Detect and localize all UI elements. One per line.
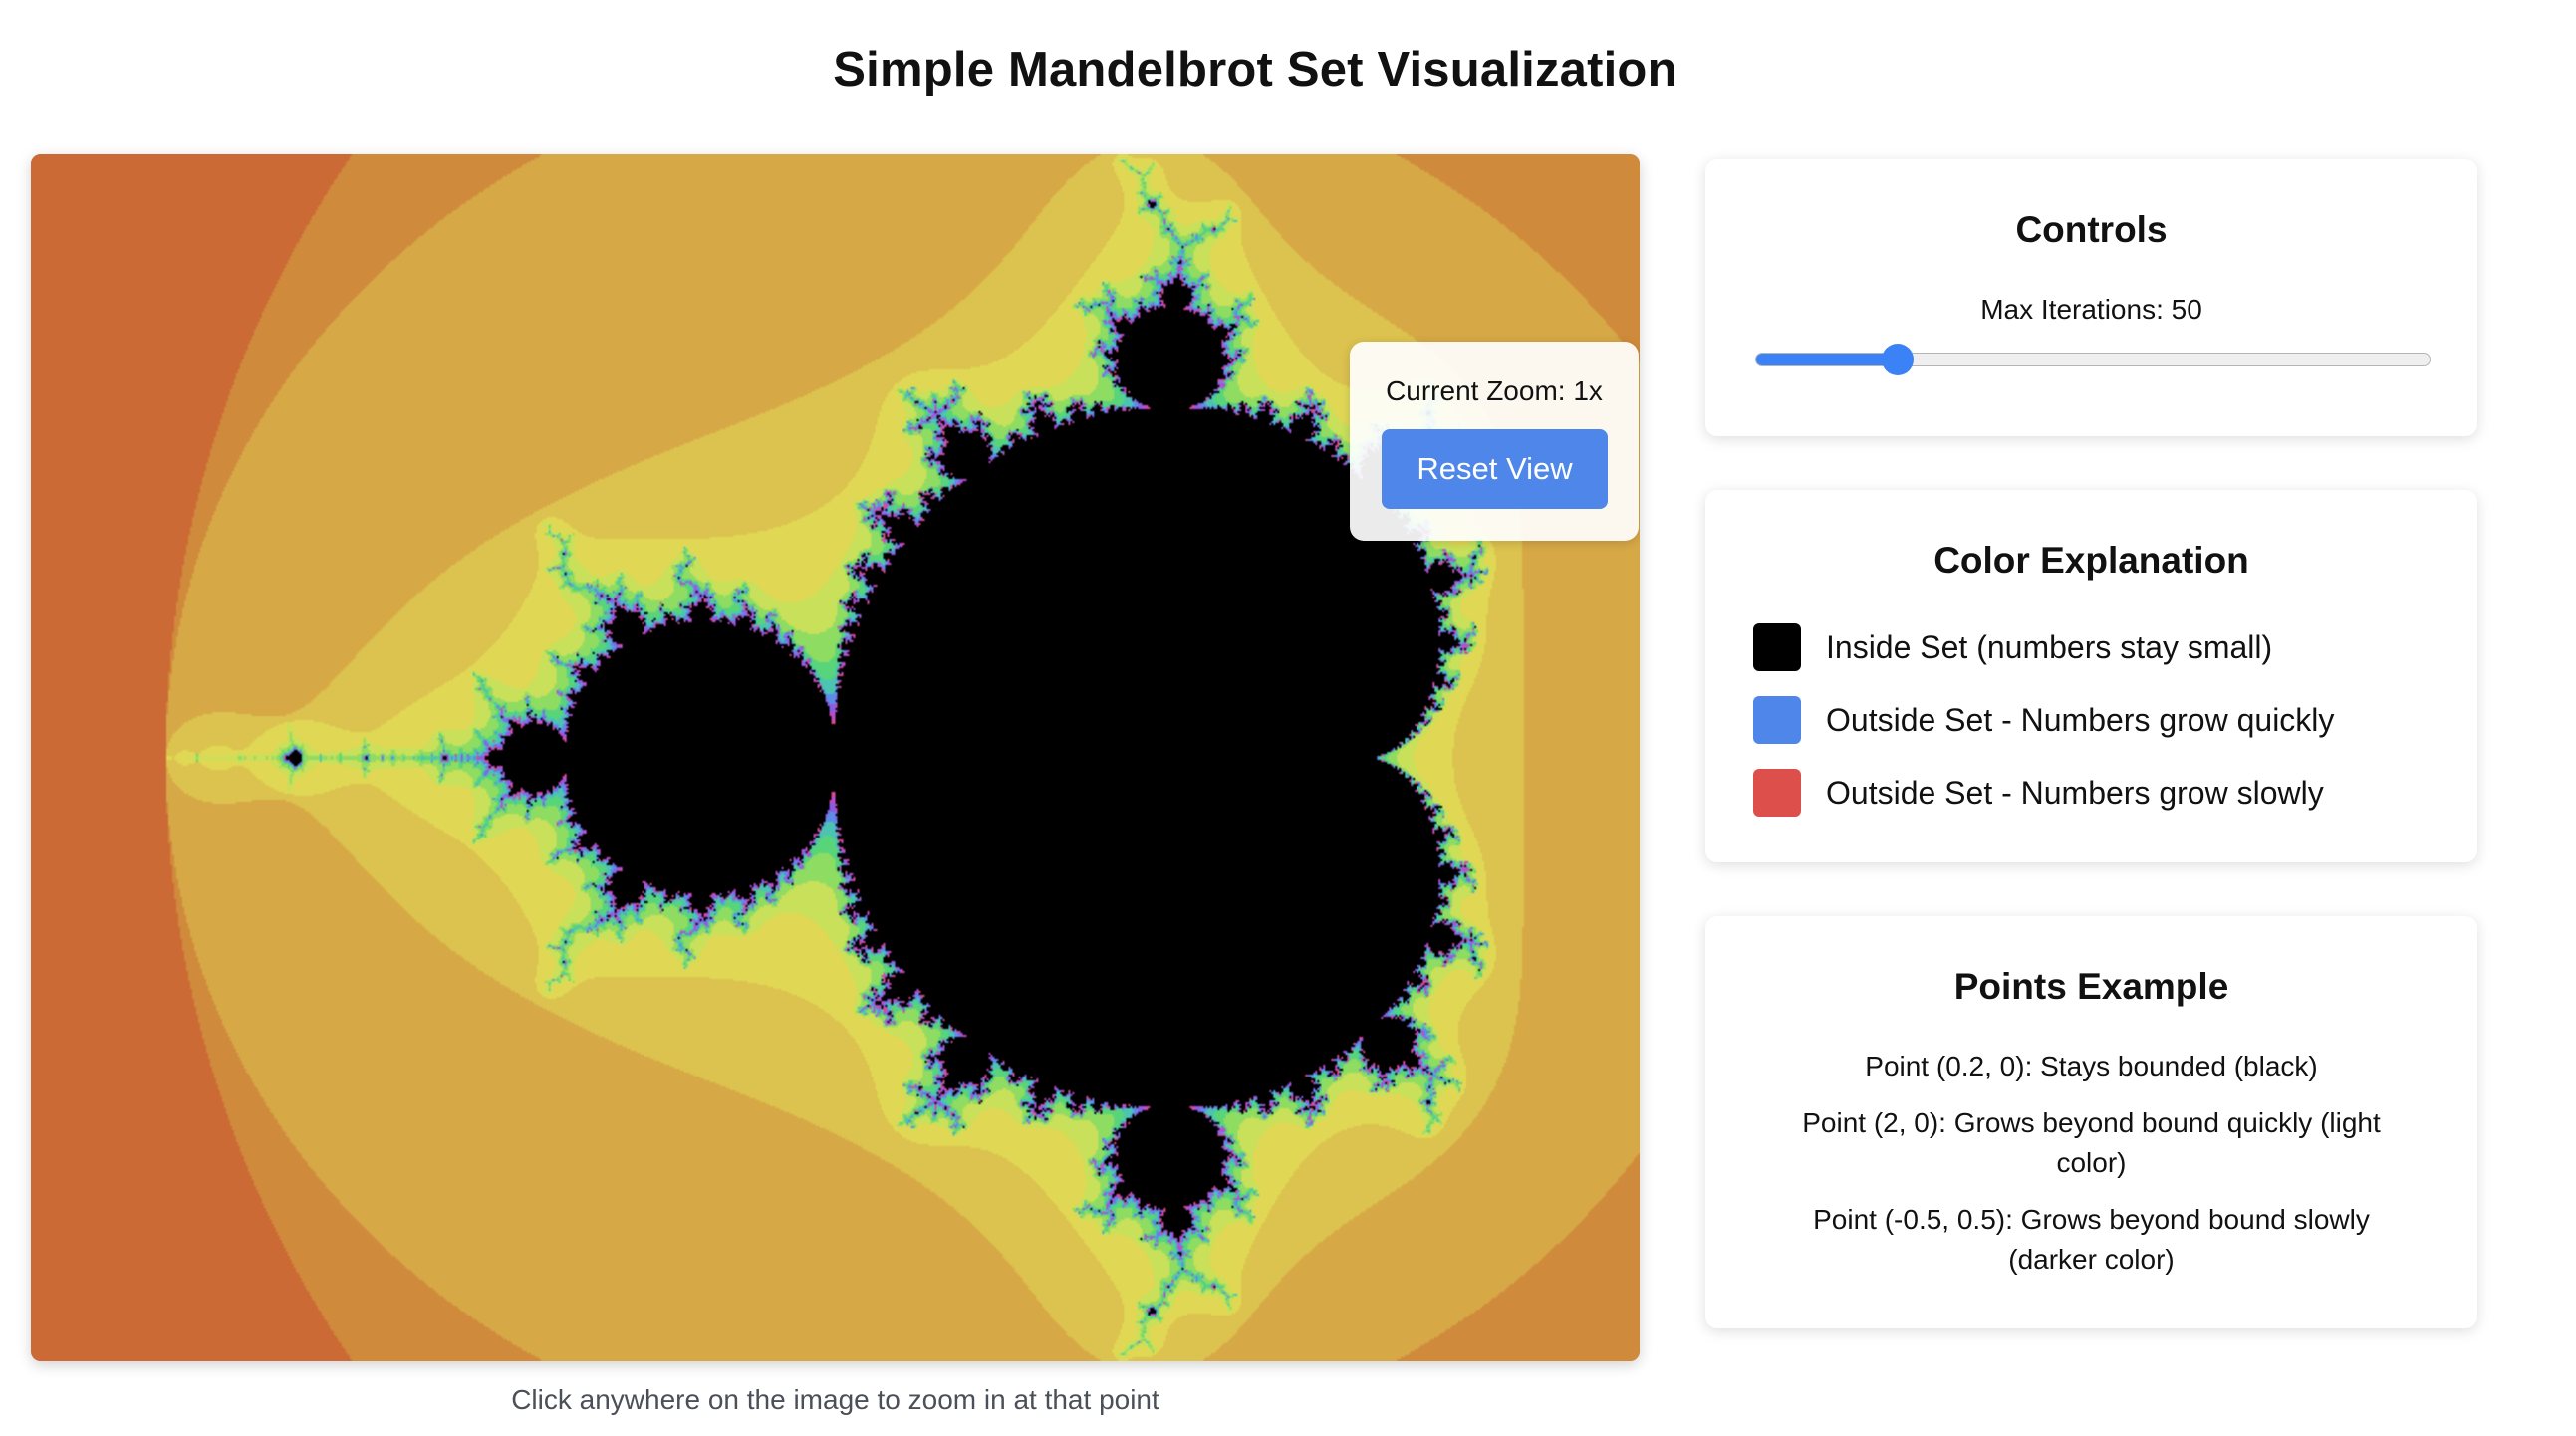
points-example-card: Points Example Point (0.2, 0): Stays bou… xyxy=(1705,916,2477,1328)
inside-set-swatch xyxy=(1753,623,1801,671)
legend-item-quick: Outside Set - Numbers grow quickly xyxy=(1753,696,2334,744)
controls-title: Controls xyxy=(2015,209,2168,250)
reset-view-button[interactable]: Reset View xyxy=(1382,429,1608,509)
zoom-hint: Click anywhere on the image to zoom in a… xyxy=(511,1384,1159,1415)
color-explanation-card: Color Explanation Inside Set (numbers st… xyxy=(1705,490,2477,862)
zoom-panel: Current Zoom: 1x Reset View xyxy=(1350,342,1639,541)
max-iterations-slider[interactable] xyxy=(1755,344,2431,375)
legend-item-inside: Inside Set (numbers stay small) xyxy=(1753,623,2272,671)
slider-fill xyxy=(1756,354,1899,365)
color-explanation-title: Color Explanation xyxy=(1933,540,2249,581)
grow-quickly-swatch xyxy=(1753,696,1801,744)
grow-slowly-swatch xyxy=(1753,769,1801,817)
mandelbrot-canvas[interactable] xyxy=(31,154,1640,1361)
slider-thumb[interactable] xyxy=(1882,344,1915,375)
current-zoom-label: Current Zoom: 1x xyxy=(1386,375,1603,406)
legend-item-slow: Outside Set - Numbers grow slowly xyxy=(1753,769,2324,817)
legend-label: Outside Set - Numbers grow slowly xyxy=(1826,774,2324,811)
controls-card: Controls Max Iterations: 50 xyxy=(1705,159,2477,436)
legend-label: Outside Set - Numbers grow quickly xyxy=(1826,701,2335,738)
max-iterations-label: Max Iterations: 50 xyxy=(1980,294,2202,325)
point-example-1: Point (0.2, 0): Stays bounded (black) xyxy=(1865,1051,2318,1081)
point-example-3: Point (-0.5, 0.5): Grows beyond bound sl… xyxy=(1813,1204,2370,1275)
legend-label: Inside Set (numbers stay small) xyxy=(1826,628,2273,665)
page-title: Simple Mandelbrot Set Visualization xyxy=(833,43,1677,97)
point-example-2: Point (2, 0): Grows beyond bound quickly… xyxy=(1802,1107,2381,1178)
points-example-title: Points Example xyxy=(1953,966,2229,1007)
mandelbrot-viewport[interactable]: Current Zoom: 1x Reset View xyxy=(31,154,1640,1361)
